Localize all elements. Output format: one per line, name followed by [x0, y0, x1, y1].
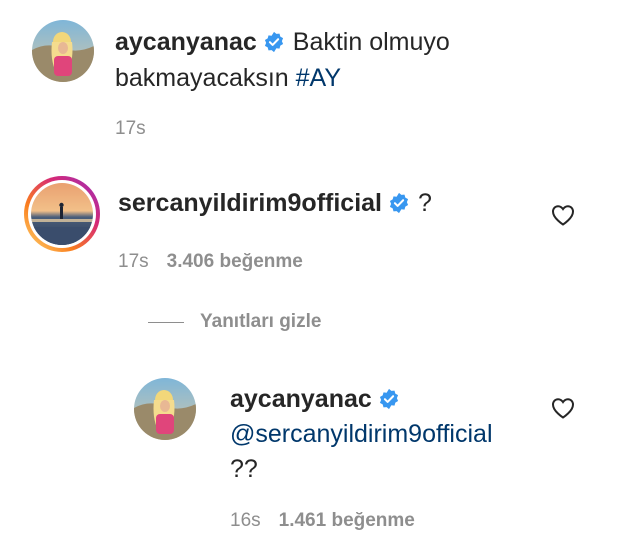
hashtag-link[interactable]: #AY — [296, 64, 341, 92]
comment-line: sercanyildirim9official? — [118, 186, 432, 223]
commenter-username[interactable]: sercanyildirim9official — [118, 189, 382, 217]
comment-timestamp[interactable]: 17s — [118, 251, 149, 272]
post-author-avatar[interactable] — [32, 20, 94, 82]
post-caption-text-2: bakmayacaksın — [115, 64, 289, 92]
reply-like-count[interactable]: 1.461 beğenme — [279, 510, 415, 531]
reply-line-1: aycanyanac — [230, 382, 408, 419]
post-author-username[interactable]: aycanyanac — [115, 28, 257, 56]
reply-mention-link[interactable]: @sercanyildirim9official — [230, 420, 493, 448]
heart-icon[interactable] — [551, 397, 575, 424]
post-caption-line-1: aycanyanac Baktin olmuyo — [115, 25, 450, 62]
verified-badge-icon — [388, 189, 410, 223]
reply-timestamp[interactable]: 16s — [230, 510, 261, 531]
reply-meta: 16s 1.461 beğenme — [230, 510, 415, 532]
verified-badge-icon — [378, 385, 400, 419]
comment-like-count[interactable]: 3.406 beğenme — [167, 251, 303, 272]
comment-meta: 17s 3.406 beğenme — [118, 251, 303, 273]
hide-replies-button[interactable]: Yanıtları gizle — [200, 311, 321, 333]
post-timestamp[interactable]: 17s — [115, 118, 146, 140]
heart-icon[interactable] — [551, 204, 575, 231]
reply-author-avatar[interactable] — [134, 378, 196, 440]
verified-badge-icon — [263, 28, 285, 62]
commenter-avatar-story-ring[interactable] — [24, 176, 100, 252]
post-caption-line-2: bakmayacaksın #AY — [115, 61, 341, 95]
replies-divider-line — [148, 322, 184, 323]
reply-line-3: ?? — [230, 452, 258, 486]
post-caption-text: Baktin olmuyo — [292, 28, 450, 56]
hide-replies-label: Yanıtları gizle — [200, 311, 322, 332]
reply-line-2: @sercanyildirim9official — [230, 417, 493, 451]
reply-author-username[interactable]: aycanyanac — [230, 385, 372, 413]
reply-text: ?? — [230, 455, 258, 483]
comment-text: ? — [418, 189, 432, 217]
commenter-avatar — [31, 183, 93, 245]
